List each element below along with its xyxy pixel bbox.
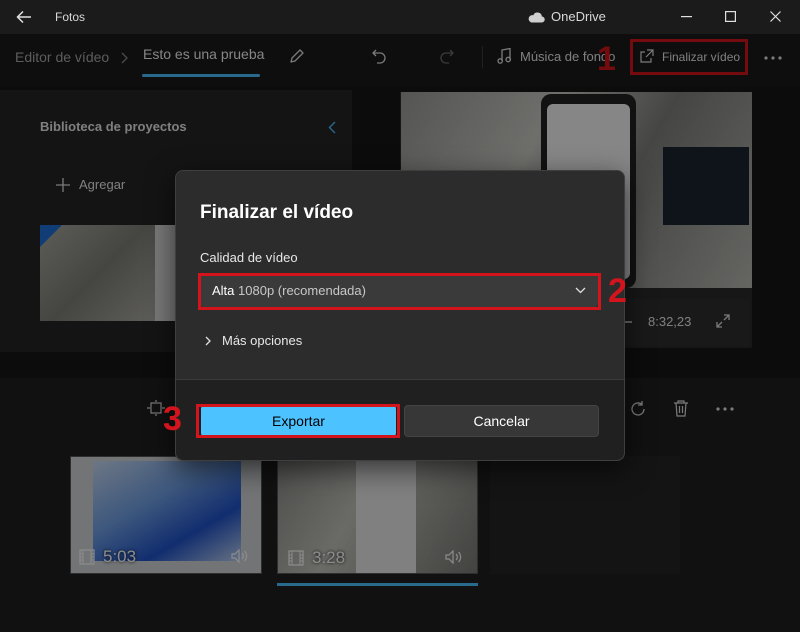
- step-2-marker: 2: [608, 272, 627, 310]
- dialog-title: Finalizar el vídeo: [200, 202, 354, 223]
- cancel-button[interactable]: Cancelar: [404, 405, 599, 437]
- more-options-label: Más opciones: [222, 333, 303, 348]
- step-3-highlight: [196, 404, 400, 438]
- back-arrow-icon[interactable]: [16, 10, 32, 24]
- maximize-icon[interactable]: [725, 11, 736, 22]
- title-bar: Fotos OneDrive: [0, 0, 800, 34]
- onedrive-label: OneDrive: [551, 9, 606, 24]
- more-options-toggle[interactable]: Más opciones: [205, 333, 302, 348]
- onedrive-status[interactable]: OneDrive: [527, 9, 606, 24]
- quality-label: Calidad de vídeo: [200, 250, 298, 265]
- step-2-highlight: [198, 273, 601, 310]
- chevron-right-icon: [205, 336, 211, 346]
- step-3-marker: 3: [163, 400, 182, 438]
- close-icon[interactable]: [770, 11, 781, 22]
- cloud-icon: [527, 11, 545, 23]
- minimize-icon[interactable]: [681, 16, 692, 18]
- app-title: Fotos: [55, 10, 86, 24]
